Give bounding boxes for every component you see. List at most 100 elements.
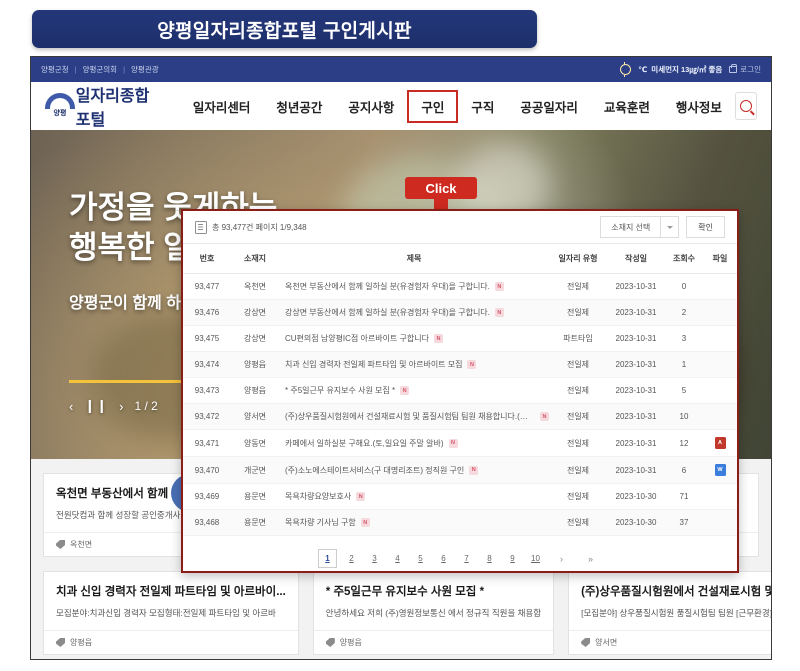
sun-icon (620, 64, 631, 75)
pagination-page-7[interactable]: 7 (458, 550, 475, 567)
slider-pause-icon[interactable]: ❙❙ (84, 398, 108, 414)
confirm-button[interactable]: 확인 (686, 216, 725, 238)
cell-file (703, 404, 737, 430)
cell-file[interactable]: W (703, 457, 737, 484)
pagination-page-2[interactable]: 2 (343, 550, 360, 567)
cell-no: 93,471 (183, 430, 231, 457)
table-row[interactable]: 93,468용문면목욕차량 기사님 구함N전일제2023-10-3037 (183, 510, 737, 536)
nav-item-youth-space[interactable]: 청년공간 (263, 91, 335, 122)
nav-item-events[interactable]: 행사정보 (663, 91, 735, 122)
util-separator-2: | (123, 65, 125, 74)
cell-title[interactable]: 강상면 부동산에서 함께 일하실 분(유경험자 우대)을 구합니다.N (279, 300, 549, 326)
job-title-link[interactable]: 카페에서 일하실분 구해요.(토,일요일 주말 알바) (285, 438, 444, 449)
cell-file[interactable]: A (703, 430, 737, 457)
new-badge-icon: N (356, 492, 365, 501)
pdf-file-icon[interactable]: A (715, 437, 726, 449)
pagination-page-10[interactable]: 10 (527, 550, 544, 567)
job-title-link[interactable]: (주)소노에스테이트서비스(구 대명리조트) 정직원 구인 (285, 465, 464, 476)
cell-hits: 12 (665, 430, 703, 457)
job-card[interactable]: 치과 신입 경력자 전일제 파트타임 및 아르바이... 모집분야:치과신입 경… (43, 571, 299, 655)
cell-job-type: 전일제 (549, 300, 607, 326)
util-link-county-council[interactable]: 양평군의회 (83, 64, 118, 75)
col-header-type[interactable]: 일자리 유형 (549, 244, 607, 274)
pagination-next-icon[interactable]: › (553, 550, 570, 567)
job-list-head: 번호 소재지 제목 일자리 유형 작성일 조회수 파일 (183, 244, 737, 274)
cell-date: 2023-10-31 (607, 326, 665, 352)
job-title-link[interactable]: 치과 신입 경력자 전일제 파트타임 및 아르바이트 모집 (285, 359, 462, 370)
table-row[interactable]: 93,474양평읍치과 신입 경력자 전일제 파트타임 및 아르바이트 모집N전… (183, 352, 737, 378)
table-row[interactable]: 93,475강상면CU편의점 남양평IC점 아르바이트 구합니다N파트타임202… (183, 326, 737, 352)
location-select-toggle[interactable] (661, 216, 679, 238)
slider-prev-icon[interactable]: ‹ (69, 399, 73, 414)
pagination-page-1[interactable]: 1 (318, 549, 337, 568)
cell-date: 2023-10-31 (607, 274, 665, 300)
job-card-tag: 양평읍 (70, 637, 92, 648)
site-logo[interactable]: 양평 일자리종합포털 (45, 82, 154, 130)
logo-text: 일자리종합포털 (76, 82, 154, 130)
cell-title[interactable]: 치과 신입 경력자 전일제 파트타임 및 아르바이트 모집N (279, 352, 549, 378)
job-card-desc: 안녕하세요 저희 (주)영원정보통신 에서 정규직 직원을 채용합 (326, 607, 541, 619)
cell-hits: 5 (665, 378, 703, 404)
new-badge-icon: N (449, 439, 458, 448)
cell-title[interactable]: CU편의점 남양평IC점 아르바이트 구합니다N (279, 326, 549, 352)
job-title-link[interactable]: (주)상우품질시험원에서 건설재료시험 및 품질시험팀 팀원 채용합니다.(국가… (285, 411, 535, 422)
search-button[interactable] (735, 92, 757, 120)
utility-links: 양평군청 | 양평군의회 | 양평관광 (41, 64, 159, 75)
job-title-link[interactable]: 옥천면 부동산에서 함께 일하실 분(유경험자 우대)을 구합니다. (285, 281, 490, 292)
doc-file-icon[interactable]: W (715, 464, 726, 476)
nav-item-public-jobs[interactable]: 공공일자리 (507, 91, 591, 122)
col-header-file[interactable]: 파일 (703, 244, 737, 274)
cell-file (703, 326, 737, 352)
job-title-link[interactable]: 목욕차량 기사님 구함 (285, 517, 356, 528)
table-row[interactable]: 93,471양동면카페에서 일하실분 구해요.(토,일요일 주말 알바)N전일제… (183, 430, 737, 457)
pagination-page-8[interactable]: 8 (481, 550, 498, 567)
nav-item-job-offers[interactable]: 구인 (407, 90, 458, 123)
col-header-title[interactable]: 제목 (279, 244, 549, 274)
cell-title[interactable]: (주)소노에스테이트서비스(구 대명리조트) 정직원 구인N (279, 457, 549, 484)
job-card-desc: 모집분야:치과신입 경력자 모집형태:전일제 파트타임 및 아르바 (56, 607, 286, 619)
job-title-link[interactable]: 강상면 부동산에서 함께 일하실 분(유경험자 우대)을 구합니다. (285, 307, 490, 318)
col-header-no[interactable]: 번호 (183, 244, 231, 274)
table-row[interactable]: 93,469용문면목욕차량요양보호사N전일제2023-10-3071 (183, 484, 737, 510)
table-row[interactable]: 93,476강상면강상면 부동산에서 함께 일하실 분(유경험자 우대)을 구합… (183, 300, 737, 326)
table-row[interactable]: 93,473양평읍* 주5일근무 유지보수 사원 모집 *N전일제2023-10… (183, 378, 737, 404)
job-card-tag: 양서면 (595, 637, 617, 648)
job-title-link[interactable]: * 주5일근무 유지보수 사원 모집 * (285, 385, 395, 396)
pagination-page-3[interactable]: 3 (366, 550, 383, 567)
location-select[interactable]: 소재지 선택 (600, 216, 661, 238)
pagination-last-icon[interactable]: » (582, 550, 599, 567)
nav-item-job-center[interactable]: 일자리센터 (180, 91, 264, 122)
login-button[interactable]: 로그인 (729, 64, 761, 75)
job-card[interactable]: (주)상우품질시험원에서 건설재료시험 및 품질... [모집분야] 상우품질시… (568, 571, 772, 655)
pagination-page-6[interactable]: 6 (435, 550, 452, 567)
cell-title[interactable]: 목욕차량 기사님 구함N (279, 510, 549, 536)
cell-title[interactable]: 목욕차량요양보호사 N (279, 484, 549, 510)
job-card-footer: 양서면 (569, 630, 772, 654)
job-list-table: 번호 소재지 제목 일자리 유형 작성일 조회수 파일 93,477옥천면옥천면… (183, 243, 737, 536)
table-row[interactable]: 93,472양서면(주)상우품질시험원에서 건설재료시험 및 품질시험팀 팀원 … (183, 404, 737, 430)
cell-title[interactable]: 카페에서 일하실분 구해요.(토,일요일 주말 알바) N (279, 430, 549, 457)
table-row[interactable]: 93,470개군면(주)소노에스테이트서비스(구 대명리조트) 정직원 구인N전… (183, 457, 737, 484)
col-header-hits[interactable]: 조회수 (665, 244, 703, 274)
pagination-page-9[interactable]: 9 (504, 550, 521, 567)
util-link-tourism[interactable]: 양평관광 (131, 64, 159, 75)
cell-job-type: 전일제 (549, 484, 607, 510)
cell-title[interactable]: (주)상우품질시험원에서 건설재료시험 및 품질시험팀 팀원 채용합니다.(국가… (279, 404, 549, 430)
cell-no: 93,474 (183, 352, 231, 378)
slider-next-icon[interactable]: › (119, 399, 123, 414)
util-link-county-office[interactable]: 양평군청 (41, 64, 69, 75)
pagination-page-5[interactable]: 5 (412, 550, 429, 567)
table-row[interactable]: 93,477옥천면옥천면 부동산에서 함께 일하실 분(유경험자 우대)을 구합… (183, 274, 737, 300)
nav-item-notices[interactable]: 공지사항 (335, 91, 407, 122)
job-title-link[interactable]: CU편의점 남양평IC점 아르바이트 구합니다 (285, 333, 429, 344)
nav-item-training[interactable]: 교육훈련 (591, 91, 663, 122)
job-title-link[interactable]: 목욕차량요양보호사 (285, 491, 351, 502)
cell-title[interactable]: * 주5일근무 유지보수 사원 모집 *N (279, 378, 549, 404)
col-header-date[interactable]: 작성일 (607, 244, 665, 274)
cell-no: 93,475 (183, 326, 231, 352)
job-card[interactable]: * 주5일근무 유지보수 사원 모집 * 안녕하세요 저희 (주)영원정보통신 … (313, 571, 554, 655)
cell-title[interactable]: 옥천면 부동산에서 함께 일하실 분(유경험자 우대)을 구합니다.N (279, 274, 549, 300)
nav-item-job-seekers[interactable]: 구직 (458, 91, 507, 122)
col-header-loc[interactable]: 소재지 (231, 244, 279, 274)
pagination-page-4[interactable]: 4 (389, 550, 406, 567)
